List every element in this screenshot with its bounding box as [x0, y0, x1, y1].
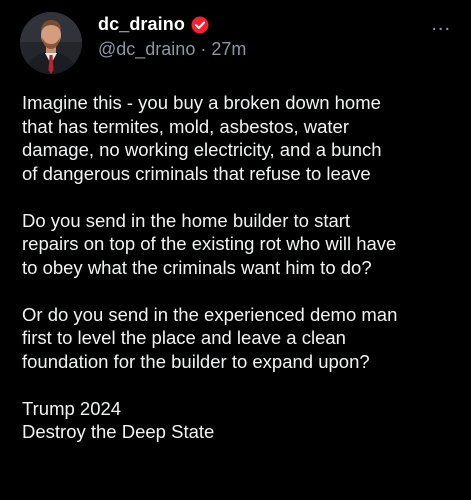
text-line: Do you send in the home builder to start [22, 209, 351, 231]
text-line: repairs on top of the existing rot who w… [22, 233, 397, 254]
paragraph: Or do you send in the experienced demo m… [22, 303, 452, 374]
handle[interactable]: @dc_draino [98, 39, 195, 60]
avatar-image [20, 12, 82, 74]
handle-row: @dc_draino · 27m [98, 39, 246, 60]
text-line: foundation for the builder to expand upo… [22, 350, 370, 372]
text-line: first to level the place and leave a cle… [22, 327, 346, 348]
text-line: that has termites, mold, asbestos, water [22, 115, 349, 137]
display-name[interactable]: dc_draino [98, 14, 185, 35]
avatar[interactable] [20, 12, 82, 74]
text-line: Trump 2024 [22, 397, 122, 419]
paragraph: Imagine this - you buy a broken down hom… [22, 91, 452, 185]
paragraph: Trump 2024 Destroy the Deep State [22, 397, 452, 444]
verified-badge-icon [191, 16, 209, 34]
timestamp[interactable]: 27m [211, 39, 246, 60]
more-options-icon[interactable]: ... [431, 14, 451, 34]
text-line: Imagine this - you buy a broken down hom… [22, 92, 381, 113]
post: dc_draino @dc_draino · 27m ... Imagine t… [0, 0, 471, 500]
text-line: of dangerous criminals that refuse to le… [22, 162, 371, 184]
text-line: Destroy the Deep State [22, 421, 215, 442]
post-body: Imagine this - you buy a broken down hom… [22, 91, 452, 444]
paragraph: Do you send in the home builder to start… [22, 209, 452, 280]
author-name-row: dc_draino [98, 14, 209, 35]
separator: · [200, 39, 207, 59]
text-line: damage, no working electricity, and a bu… [22, 139, 382, 160]
text-line: to obey what the criminals want him to d… [22, 256, 372, 278]
text-line: Or do you send in the experienced demo m… [22, 303, 398, 325]
